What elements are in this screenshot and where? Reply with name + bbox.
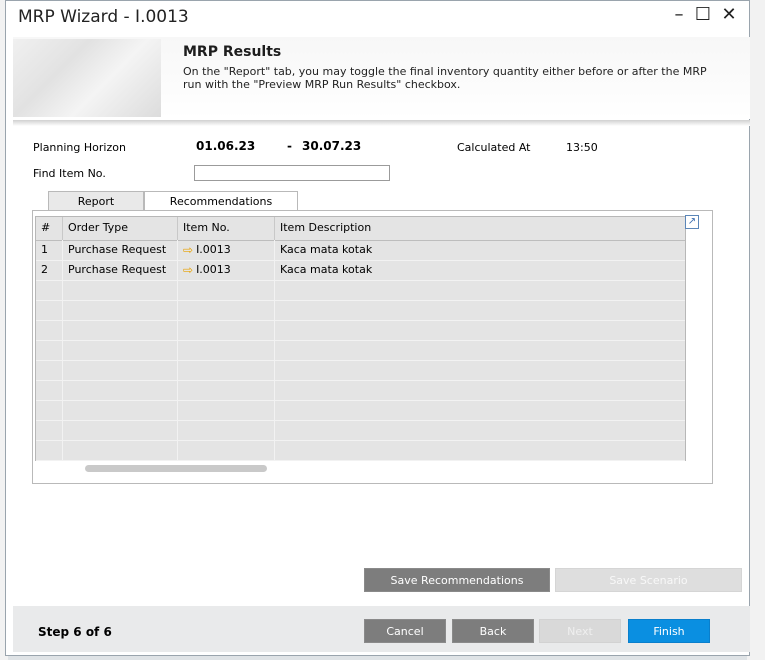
empty-row: [36, 420, 685, 441]
column-header-item-no[interactable]: Item No.: [178, 217, 275, 240]
horizon-separator: -: [287, 139, 292, 153]
header-image: [13, 39, 161, 117]
table-row[interactable]: 1 Purchase Request ⇨ I.0013 Kaca mata kot…: [36, 240, 685, 261]
find-item-label: Find Item No.: [33, 167, 106, 180]
minimize-icon[interactable]: –: [667, 4, 691, 25]
order-type-cell: Purchase Request: [63, 240, 178, 260]
recommendations-grid: # Order Type Item No. Item Description 1…: [35, 216, 686, 461]
tab-recommendations-label: Recommendations: [169, 195, 273, 208]
empty-row: [36, 440, 685, 461]
column-header-num[interactable]: #: [36, 217, 63, 240]
window-title: MRP Wizard - I.0013: [18, 7, 189, 27]
column-header-order-type[interactable]: Order Type: [63, 217, 178, 240]
step-description: On the "Report" tab, you may toggle the …: [183, 65, 707, 91]
mrp-wizard-window: MRP Wizard - I.0013 – ☐ ✕ MRP Results On…: [5, 0, 750, 656]
empty-row: [36, 380, 685, 401]
empty-row: [36, 400, 685, 421]
item-no-value: I.0013: [196, 243, 231, 256]
tab-report[interactable]: Report: [48, 191, 144, 211]
back-button[interactable]: Back: [452, 619, 534, 643]
close-icon[interactable]: ✕: [717, 4, 741, 25]
item-description-cell: Kaca mata kotak: [280, 243, 373, 256]
item-no-cell[interactable]: ⇨ I.0013: [178, 240, 275, 260]
maximize-icon[interactable]: ☐: [691, 4, 715, 25]
row-number: 2: [36, 260, 63, 280]
tab-report-label: Report: [77, 195, 115, 208]
grid-header: # Order Type Item No. Item Description: [36, 217, 685, 241]
item-no-value: I.0013: [196, 263, 231, 276]
step-indicator: Step 6 of 6: [38, 625, 112, 639]
order-type-cell: Purchase Request: [63, 260, 178, 280]
item-description-cell: Kaca mata kotak: [280, 263, 373, 276]
header-divider: [13, 120, 750, 126]
table-row[interactable]: 2 Purchase Request ⇨ I.0013 Kaca mata kot…: [36, 260, 685, 281]
calculated-at-label: Calculated At: [457, 141, 531, 154]
horizon-to: 30.07.23: [302, 139, 362, 153]
tab-recommendations[interactable]: Recommendations: [144, 191, 298, 211]
save-scenario-button: Save Scenario: [555, 568, 742, 592]
expand-grid-icon[interactable]: ↗: [685, 215, 699, 229]
row-number: 1: [36, 240, 63, 260]
horizontal-scrollbar[interactable]: [85, 465, 267, 472]
title-bar[interactable]: MRP Wizard - I.0013 – ☐ ✕: [6, 1, 749, 35]
empty-row: [36, 340, 685, 361]
link-arrow-icon[interactable]: ⇨: [183, 264, 193, 276]
empty-row: [36, 320, 685, 341]
empty-row: [36, 360, 685, 381]
empty-row: [36, 280, 685, 301]
step-title: MRP Results: [183, 44, 282, 60]
horizon-from: 01.06.23: [196, 139, 256, 153]
calculated-at-value: 13:50: [566, 141, 598, 154]
save-recommendations-button[interactable]: Save Recommendations: [364, 568, 550, 592]
cancel-button[interactable]: Cancel: [364, 619, 446, 643]
planning-horizon-label: Planning Horizon: [33, 141, 126, 154]
finish-button[interactable]: Finish: [628, 619, 710, 643]
column-header-item-description[interactable]: Item Description: [275, 217, 685, 240]
empty-row: [36, 300, 685, 321]
find-item-input[interactable]: [194, 165, 390, 181]
link-arrow-icon[interactable]: ⇨: [183, 244, 193, 256]
next-button: Next: [539, 619, 621, 643]
wizard-header: MRP Results On the "Report" tab, you may…: [13, 37, 750, 119]
item-no-cell[interactable]: ⇨ I.0013: [178, 260, 275, 280]
